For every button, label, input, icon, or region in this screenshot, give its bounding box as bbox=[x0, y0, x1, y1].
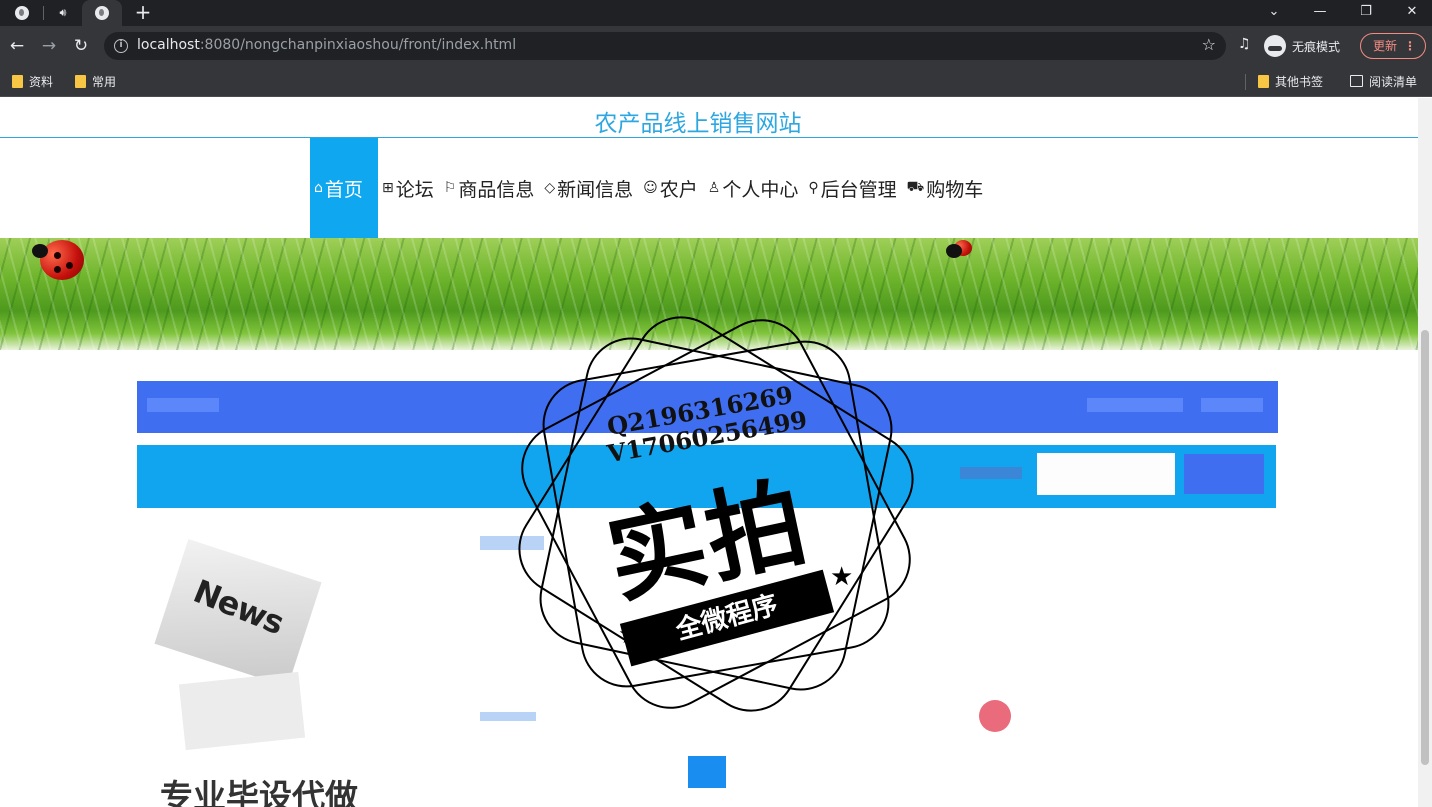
bookmarks-bar: 资料 常用 其他书签 阅读清单 bbox=[0, 66, 1432, 97]
search-label bbox=[960, 467, 1022, 479]
nav-farmers[interactable]: ☺ 农户 bbox=[639, 138, 704, 238]
web-page: 农产品线上销售网站 ⌂ 首页 ⊞ 论坛 ⚐ 商品信息 ◇ 新闻信息 ☺ 农户 ♙ 个人中心 … bbox=[0, 98, 1418, 807]
blurred-label bbox=[147, 398, 219, 412]
reload-button[interactable]: ↻ bbox=[69, 34, 93, 58]
blurred-news-title[interactable] bbox=[480, 536, 544, 550]
close-window-button[interactable]: ✕ bbox=[1392, 0, 1432, 26]
nav-label: 商品信息 bbox=[458, 178, 535, 201]
news-image: News bbox=[154, 539, 322, 758]
site-title: 农产品线上销售网站 bbox=[594, 111, 802, 137]
blurred-news-meta bbox=[480, 712, 536, 721]
nav-forum[interactable]: ⊞ 论坛 bbox=[378, 138, 440, 238]
grass-banner bbox=[0, 238, 1418, 350]
update-button[interactable]: 更新 ⋮ bbox=[1360, 33, 1426, 59]
site-info-icon[interactable]: i bbox=[114, 39, 128, 53]
minimize-button[interactable]: — bbox=[1300, 0, 1340, 26]
tab-search-chevron-icon[interactable]: ⌄ bbox=[1254, 0, 1294, 26]
gift-icon: ⊞ bbox=[382, 180, 394, 196]
search-input[interactable] bbox=[1037, 453, 1175, 495]
nav-label: 个人中心 bbox=[722, 178, 799, 201]
bookmark-label: 常用 bbox=[92, 74, 117, 89]
media-control-icon[interactable]: ♫ bbox=[1238, 36, 1251, 52]
folder-icon bbox=[75, 74, 86, 88]
nav-home[interactable]: ⌂ 首页 bbox=[310, 138, 378, 238]
folder-icon bbox=[1258, 74, 1269, 88]
newspaper-shape bbox=[178, 671, 306, 751]
user-icon: ♙ bbox=[707, 180, 721, 196]
cart-icon: ⛟ bbox=[906, 179, 925, 195]
restore-button[interactable]: ❐ bbox=[1346, 0, 1386, 26]
url-host: localhost bbox=[137, 37, 200, 53]
new-tab-button[interactable]: + bbox=[133, 0, 153, 26]
browser-tab-active[interactable] bbox=[82, 0, 122, 26]
url-path: :8080/nongchanpinxiaoshou/front/index.ht… bbox=[199, 37, 517, 53]
nav-label: 论坛 bbox=[395, 178, 434, 201]
blurred-login-link[interactable] bbox=[1087, 398, 1183, 412]
ladybug-spot bbox=[54, 252, 61, 259]
search-bar bbox=[137, 445, 1276, 508]
stamp-ring bbox=[505, 303, 927, 725]
search-button[interactable] bbox=[1184, 454, 1264, 494]
home-icon: ⌂ bbox=[314, 180, 323, 196]
speaker-icon: 🔊︎ bbox=[59, 6, 67, 19]
reading-list-icon bbox=[1350, 75, 1363, 87]
browser-tab-2[interactable]: 🔊︎ bbox=[44, 0, 82, 26]
ladybug-image bbox=[32, 240, 84, 280]
stamp-ring bbox=[501, 299, 931, 729]
bookmark-label: 资料 bbox=[29, 74, 54, 89]
other-bookmarks-label: 其他书签 bbox=[1275, 74, 1324, 89]
nav-label: 首页 bbox=[324, 178, 363, 201]
folder-icon bbox=[12, 74, 23, 88]
promo-text: 专业毕设代做 bbox=[160, 777, 358, 807]
nav-label: 后台管理 bbox=[820, 178, 897, 201]
page-scrollbar[interactable] bbox=[1418, 98, 1432, 807]
nav-news[interactable]: ◇ 新闻信息 bbox=[540, 138, 639, 238]
cursor-highlight bbox=[979, 700, 1011, 732]
header-blue-bar bbox=[137, 381, 1278, 433]
incognito-label: 无痕模式 bbox=[1292, 39, 1341, 54]
url-text[interactable]: localhost:8080/nongchanpinxiaoshou/front… bbox=[137, 37, 516, 53]
reading-list[interactable]: 阅读清单 bbox=[1350, 72, 1417, 90]
watermark-ribbon: 全微程序 bbox=[619, 569, 835, 667]
menu-dots-icon: ⋮ bbox=[1404, 39, 1416, 53]
nav-label: 新闻信息 bbox=[557, 178, 634, 201]
bookmarks-separator bbox=[1245, 74, 1246, 90]
nav-label: 农户 bbox=[659, 178, 698, 201]
bookmark-folder-changyong[interactable]: 常用 bbox=[75, 72, 116, 90]
update-label: 更新 bbox=[1373, 39, 1398, 53]
nav-profile[interactable]: ♙ 个人中心 bbox=[704, 138, 805, 238]
star-icon: ★ bbox=[618, 620, 642, 650]
scrollbar-thumb[interactable] bbox=[1421, 330, 1429, 765]
back-button[interactable]: ← bbox=[5, 34, 29, 58]
incognito-icon bbox=[1264, 35, 1286, 57]
face-icon: ☺ bbox=[643, 180, 658, 196]
nav-cart[interactable]: ⛟ 购物车 bbox=[903, 138, 990, 238]
nav-label: 购物车 bbox=[926, 178, 984, 201]
nav-products[interactable]: ⚐ 商品信息 bbox=[440, 138, 541, 238]
ladybug-spot bbox=[54, 266, 61, 273]
ladybug-spot bbox=[66, 262, 73, 269]
blurred-register-link[interactable] bbox=[1201, 398, 1263, 412]
tab-strip: 🔊︎ + ⌄ — ❐ ✕ bbox=[0, 0, 1432, 26]
globe-icon bbox=[95, 6, 109, 20]
globe-icon bbox=[15, 6, 29, 20]
browser-tab-1[interactable] bbox=[0, 0, 44, 26]
ladybug-small-image bbox=[946, 240, 972, 258]
blue-button-fragment[interactable] bbox=[688, 756, 726, 788]
browser-toolbar: ← → ↻ i localhost:8080/nongchanpinxiaosh… bbox=[0, 26, 1432, 66]
main-nav: ⌂ 首页 ⊞ 论坛 ⚐ 商品信息 ◇ 新闻信息 ☺ 农户 ♙ 个人中心 ⚲ 后台管理 ⛟ 购物车 bbox=[310, 138, 989, 238]
bookmark-star-icon[interactable]: ☆ bbox=[1202, 35, 1216, 54]
incognito-indicator[interactable]: 无痕模式 bbox=[1264, 32, 1340, 60]
reading-list-label: 阅读清单 bbox=[1369, 74, 1418, 89]
address-bar[interactable]: i localhost:8080/nongchanpinxiaoshou/fro… bbox=[104, 32, 1226, 60]
flag-icon: ⚐ bbox=[443, 180, 457, 196]
tag-icon: ◇ bbox=[544, 180, 556, 196]
nav-admin[interactable]: ⚲ 后台管理 bbox=[804, 138, 902, 238]
link-icon: ⚲ bbox=[808, 180, 819, 196]
forward-button[interactable]: → bbox=[37, 34, 61, 58]
star-icon: ★ bbox=[830, 562, 854, 592]
bookmark-folder-ziliao[interactable]: 资料 bbox=[12, 72, 53, 90]
other-bookmarks[interactable]: 其他书签 bbox=[1258, 72, 1323, 90]
